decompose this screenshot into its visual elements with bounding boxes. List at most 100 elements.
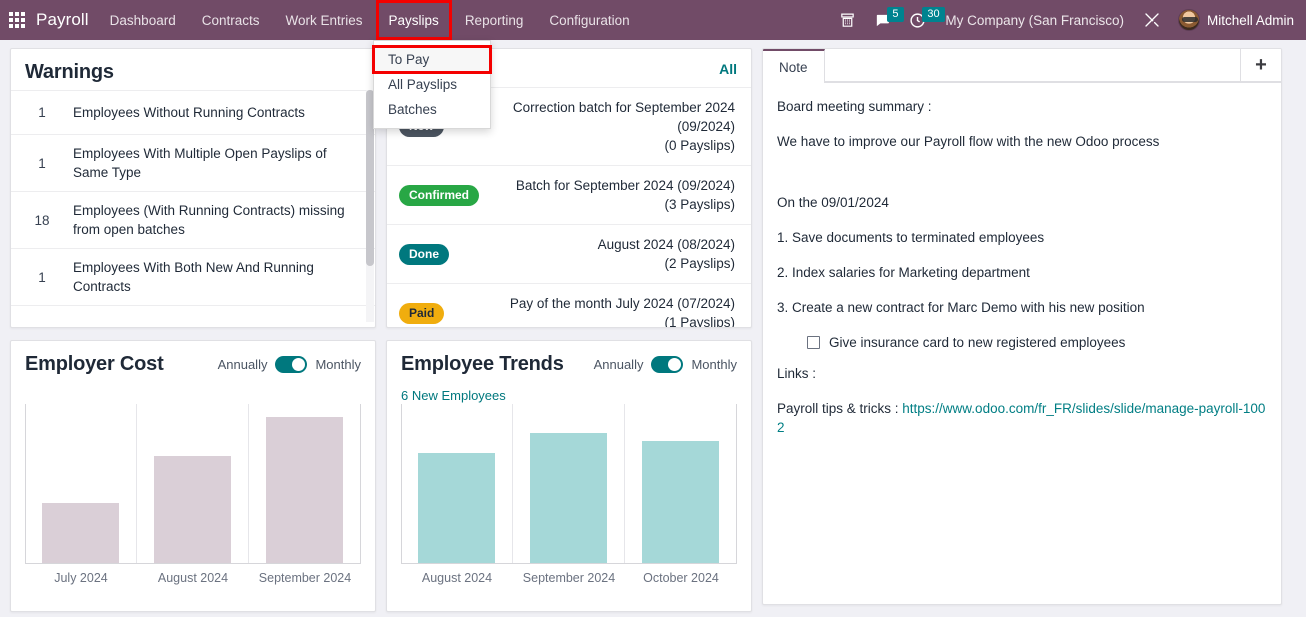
warnings-header: Warnings: [11, 49, 375, 90]
batch-payslip-count: (0 Payslips): [664, 138, 735, 153]
note-line-2: We have to improve our Payroll flow with…: [777, 134, 1160, 149]
warning-row[interactable]: 1 Employees With Multiple Open Payslips …: [11, 134, 375, 191]
avatar: [1177, 9, 1200, 31]
batch-payslip-count: (1 Payslips): [664, 315, 735, 328]
tab-note[interactable]: Note: [763, 49, 825, 83]
employee-trends-chart: [401, 404, 737, 564]
batch-name: August 2024 (08/2024): [597, 237, 735, 252]
bar-august-2024[interactable]: [154, 456, 231, 563]
bar-september-2024[interactable]: [530, 432, 607, 563]
column-right: Note + Board meeting summary : We have t…: [762, 48, 1282, 617]
employee-trends-title: Employee Trends: [401, 353, 564, 375]
menu-item-reporting[interactable]: Reporting: [452, 0, 537, 40]
telephone-icon[interactable]: [830, 0, 865, 40]
note-card: Note + Board meeting summary : We have t…: [762, 48, 1282, 605]
note-line-3: On the 09/01/2024: [777, 195, 889, 210]
batch-row[interactable]: Done August 2024 (08/2024) (2 Payslips): [387, 224, 751, 283]
messages-icon[interactable]: 5: [865, 0, 904, 40]
bar-slot: [401, 404, 513, 563]
note-line-4: 1. Save documents to terminated employee…: [777, 230, 1045, 245]
toggle-label-annually[interactable]: Annually: [218, 357, 268, 372]
toggle-label-annually[interactable]: Annually: [594, 357, 644, 372]
menu-item-dashboard[interactable]: Dashboard: [97, 0, 189, 40]
warning-count: 18: [34, 212, 50, 228]
warning-row[interactable]: 1 Employees With Both New And Running Co…: [11, 248, 375, 305]
column-middle: All New Correction batch for September 2…: [386, 48, 752, 617]
warning-row[interactable]: 1 Employees Without Running Contracts: [11, 90, 375, 134]
employer-cost-x-axis: July 2024 August 2024 September 2024: [25, 564, 361, 585]
toggle-label-monthly[interactable]: Monthly: [315, 357, 361, 372]
period-switch[interactable]: [651, 356, 684, 373]
batch-payslip-count: (3 Payslips): [664, 197, 735, 212]
payroll-tips-line: Payroll tips & tricks : https://www.odoo…: [777, 399, 1267, 437]
warning-count: 12: [11, 320, 73, 322]
top-navbar: Payroll Dashboard Contracts Work Entries…: [0, 0, 1306, 40]
activities-clock-icon[interactable]: 30: [900, 0, 945, 40]
apps-grid-icon[interactable]: [0, 0, 34, 40]
note-spacer: [777, 167, 1267, 193]
links-label: Links :: [777, 366, 817, 381]
batch-info: August 2024 (08/2024) (2 Payslips): [598, 235, 735, 273]
period-switch[interactable]: [275, 356, 308, 373]
warning-text: Employees Without Running Contracts: [73, 105, 305, 120]
menu-item-payslips[interactable]: Payslips: [375, 0, 452, 40]
warning-row[interactable]: 12 Conflicts: [11, 305, 375, 322]
note-checklist-item[interactable]: Give insurance card to new registered em…: [807, 333, 1267, 352]
bar-slot: [25, 404, 137, 563]
insurance-card-checkbox[interactable]: [807, 336, 820, 349]
batch-row[interactable]: Confirmed Batch for September 2024 (09/2…: [387, 165, 751, 224]
menu-item-configuration[interactable]: Configuration: [536, 0, 642, 40]
menu-item-contracts[interactable]: Contracts: [189, 0, 273, 40]
bar-august-2024[interactable]: [418, 453, 495, 563]
note-line-6: 3. Create a new contract for Marc Demo w…: [777, 300, 1145, 315]
warning-count: 1: [38, 155, 46, 171]
employer-cost-card: Employer Cost Annually Monthly July 2024…: [10, 340, 376, 612]
dropdown-item-all-payslips[interactable]: All Payslips: [374, 72, 490, 97]
employee-trends-subtitle[interactable]: 6 New Employees: [387, 382, 751, 404]
x-tick-label: July 2024: [54, 571, 108, 585]
batch-name: Batch for September 2024 (09/2024): [515, 178, 735, 193]
checkbox-label: Give insurance card to new registered em…: [829, 335, 1126, 350]
x-tick-label: September 2024: [522, 571, 616, 585]
add-note-button[interactable]: +: [1241, 49, 1281, 82]
employee-trends-period-toggle: Annually Monthly: [594, 356, 737, 373]
warnings-title: Warnings: [25, 61, 114, 83]
company-selector[interactable]: My Company (San Francisco): [935, 13, 1134, 28]
note-line-5: 2. Index salaries for Marketing departme…: [777, 265, 1030, 280]
batch-name: Correction batch for September 2024: [512, 100, 735, 115]
payslips-dropdown-menu: To Pay All Payslips Batches: [372, 40, 492, 129]
note-content[interactable]: Board meeting summary : We have to impro…: [763, 83, 1281, 604]
employer-cost-chart: [25, 404, 361, 564]
user-name-label: Mitchell Admin: [1206, 12, 1294, 28]
warning-row[interactable]: 18 Employees (With Running Contracts) mi…: [11, 191, 375, 248]
toggle-label-monthly[interactable]: Monthly: [691, 357, 737, 372]
app-brand-title[interactable]: Payroll: [34, 10, 97, 30]
bar-slot: [249, 404, 361, 563]
all-batches-link[interactable]: All: [719, 61, 737, 77]
x-tick-label: October 2024: [643, 571, 719, 585]
warning-text: Conflicts: [73, 318, 131, 322]
batch-info: Batch for September 2024 (09/2024) (3 Pa…: [516, 176, 735, 214]
bar-slot: [137, 404, 249, 563]
menu-item-work-entries[interactable]: Work Entries: [273, 0, 376, 40]
status-badge: Paid: [399, 302, 445, 324]
bar-october-2024[interactable]: [642, 440, 719, 563]
dropdown-item-to-pay[interactable]: To Pay: [372, 45, 492, 74]
dashboard-body: Warnings 1 Employees Without Running Con…: [0, 40, 1306, 617]
plus-icon: +: [1255, 54, 1267, 76]
x-tick-label: August 2024: [421, 571, 493, 585]
employee-trends-header: Employee Trends Annually Monthly: [387, 341, 751, 382]
warning-text: Employees With Multiple Open Payslips of…: [73, 146, 327, 180]
dropdown-item-batches[interactable]: Batches: [374, 97, 490, 122]
employer-cost-header: Employer Cost Annually Monthly: [11, 341, 375, 382]
bar-september-2024[interactable]: [266, 416, 343, 563]
bar-july-2024[interactable]: [42, 502, 119, 563]
batch-period: (09/2024): [677, 119, 735, 134]
batch-row[interactable]: Paid Pay of the month July 2024 (07/2024…: [387, 283, 751, 328]
batch-info: Correction batch for September 2024 (09/…: [513, 98, 735, 155]
user-menu[interactable]: Mitchell Admin: [1170, 9, 1298, 31]
tools-icon[interactable]: [1134, 0, 1170, 40]
batch-payslip-count: (2 Payslips): [664, 256, 735, 271]
link-prefix: Payroll tips & tricks :: [777, 401, 903, 416]
employee-trends-card: Employee Trends Annually Monthly 6 New E…: [386, 340, 752, 612]
